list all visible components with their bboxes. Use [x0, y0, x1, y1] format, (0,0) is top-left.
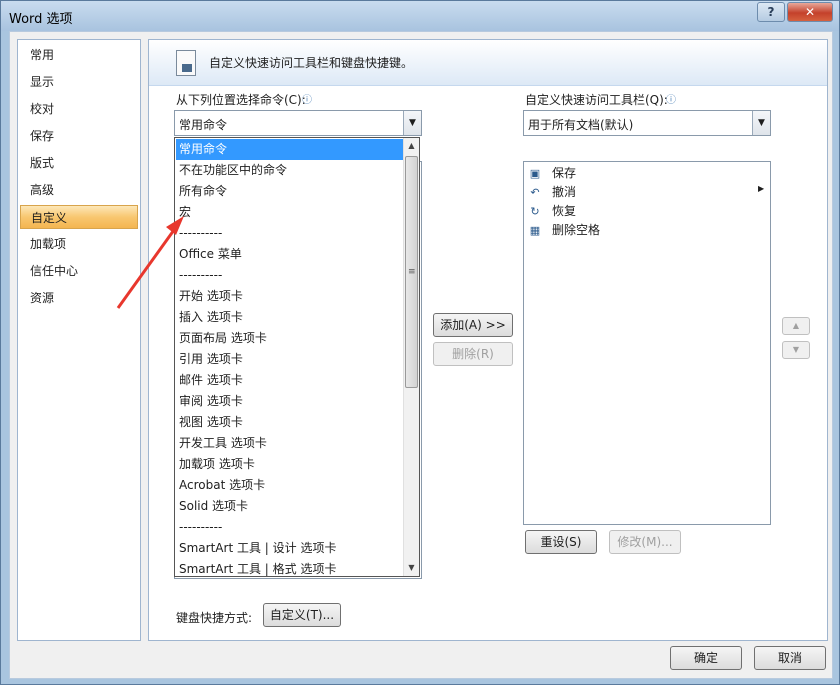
panel-header: 自定义快速访问工具栏和键盘快捷键。 — [149, 40, 827, 86]
window-title: Word 选项 — [9, 12, 73, 27]
ok-button[interactable]: 确定 — [670, 646, 742, 670]
dropdown-option[interactable]: SmartArt 工具 | 格式 选项卡 — [176, 559, 404, 576]
dropdown-option[interactable]: 视图 选项卡 — [176, 412, 404, 433]
dropdown-option[interactable]: 插入 选项卡 — [176, 307, 404, 328]
dropdown-option[interactable]: 审阅 选项卡 — [176, 391, 404, 412]
choose-from-combo[interactable]: 常用命令 ▼ — [174, 110, 422, 136]
customize-qat-label: 自定义快速访问工具栏(Q): — [525, 93, 668, 107]
sidebar-item[interactable]: 校对 — [20, 97, 138, 121]
dropdown-scrollbar[interactable]: ▲ ≡ ▼ — [403, 138, 419, 576]
sidebar-item[interactable]: 保存 — [20, 124, 138, 148]
sidebar-item[interactable]: 加载项 — [20, 232, 138, 256]
add-button[interactable]: 添加(A) >> — [433, 313, 513, 337]
scroll-up-icon[interactable]: ▲ — [404, 138, 419, 154]
sidebar-item[interactable]: 自定义 — [20, 205, 138, 229]
dropdown-option[interactable]: 页面布局 选项卡 — [176, 328, 404, 349]
customize-qat-value: 用于所有文档(默认) — [528, 118, 634, 132]
qat-list-item[interactable]: ↶ 撤消 — [528, 183, 576, 202]
remove-button[interactable]: 删除(R) — [433, 342, 513, 366]
panel-header-text: 自定义快速访问工具栏和键盘快捷键。 — [209, 56, 414, 70]
dropdown-option[interactable]: 宏 — [176, 202, 404, 223]
choose-from-value: 常用命令 — [179, 118, 228, 132]
sidebar-item[interactable]: 高级 — [20, 178, 138, 202]
undo-icon: ↶ — [530, 185, 540, 199]
cancel-button[interactable]: 取消 — [754, 646, 826, 670]
choose-from-dropdown[interactable]: 常用命令 不在功能区中的命令 所有命令宏 ---------- Office 菜单 ---… — [174, 137, 420, 577]
category-sidebar: 常用显示校对保存版式高级自定义加载项信任中心资源 — [17, 39, 141, 641]
word-options-window: Word 选项 ? ✕ 常用 显示 校对 保存 版式 高级 自定义 加载项 信任中心 资源 自定义… — [0, 0, 840, 685]
dropdown-option[interactable]: 邮件 选项卡 — [176, 370, 404, 391]
dropdown-option[interactable]: 开发工具 选项卡 — [176, 433, 404, 454]
delete-space-icon: ▦ — [529, 223, 541, 237]
sidebar-item[interactable]: 常用 — [20, 43, 138, 67]
dialog-client: 常用 显示 校对 保存 版式 高级 自定义 加载项 信任中心 资源 自定义快速访问工具栏和键盘快捷… — [9, 31, 833, 679]
choose-from-label: 从下列位置选择命令(C): — [176, 93, 306, 107]
dropdown-option[interactable]: 所有命令 — [176, 181, 404, 202]
customize-qat-combo[interactable]: 用于所有文档(默认) ▼ — [523, 110, 771, 136]
qat-item-label: 删除空格 — [552, 223, 601, 237]
customize-panel: 自定义快速访问工具栏和键盘快捷键。 从下列位置选择命令(C): ⓘ 常用命令 ▼… — [148, 39, 828, 641]
dropdown-option[interactable]: 开始 选项卡 — [176, 286, 404, 307]
qat-list-item[interactable]: ▣ 保存 — [528, 164, 576, 183]
sidebar-item[interactable]: 信任中心 — [20, 259, 138, 283]
qat-item-label: 撤消 — [552, 185, 577, 199]
close-button[interactable]: ✕ — [787, 2, 833, 22]
sidebar-item[interactable]: 版式 — [20, 151, 138, 175]
qat-item-label: 保存 — [552, 166, 577, 180]
reset-button[interactable]: 重设(S) — [525, 530, 597, 554]
dropdown-option[interactable]: 引用 选项卡 — [176, 349, 404, 370]
dropdown-option[interactable]: 加载项 选项卡 — [176, 454, 404, 475]
dropdown-option[interactable]: Acrobat 选项卡 — [176, 475, 404, 496]
redo-icon: ↻ — [530, 204, 540, 218]
modify-button[interactable]: 修改(M)... — [609, 530, 681, 554]
move-up-button[interactable]: ▲ — [782, 317, 810, 335]
qat-list-item[interactable]: ▦ 删除空格 — [528, 221, 600, 240]
dropdown-option[interactable]: ---------- — [176, 517, 404, 538]
scroll-thumb[interactable]: ≡ — [405, 156, 418, 388]
dropdown-option[interactable]: Office 菜单 — [176, 244, 404, 265]
keyboard-shortcuts-label: 键盘快捷方式: — [176, 611, 253, 625]
info-icon: ⓘ — [666, 95, 676, 106]
sidebar-item[interactable]: 显示 — [20, 70, 138, 94]
chevron-right-icon: ▶ — [758, 184, 765, 193]
chevron-down-icon[interactable]: ▼ — [752, 111, 770, 135]
sidebar-item[interactable]: 资源 — [20, 286, 138, 310]
save-icon: ▣ — [529, 166, 541, 180]
dropdown-option[interactable]: ---------- — [176, 265, 404, 286]
qat-list-item[interactable]: ↻ 恢复 — [528, 202, 576, 221]
move-down-button[interactable]: ▼ — [782, 341, 810, 359]
dropdown-option[interactable]: ---------- — [176, 223, 404, 244]
qat-item-label: 恢复 — [552, 204, 577, 218]
dropdown-option[interactable]: 不在功能区中的命令 — [176, 160, 404, 181]
help-button[interactable]: ? — [757, 2, 785, 22]
scroll-down-icon[interactable]: ▼ — [404, 560, 419, 576]
chevron-down-icon[interactable]: ▼ — [403, 111, 421, 135]
qat-commands-list[interactable]: ▣ 保存 ↶ 撤消 ↻ 恢复 ▦ 删除空格 ▶ — [523, 161, 771, 525]
info-icon: ⓘ — [302, 95, 312, 106]
customize-toolbar-icon — [176, 50, 196, 76]
dropdown-option[interactable]: Solid 选项卡 — [176, 496, 404, 517]
customize-keyboard-button[interactable]: 自定义(T)... — [263, 603, 341, 627]
title-bar[interactable]: Word 选项 ? ✕ — [1, 1, 839, 31]
dropdown-option[interactable]: 常用命令 — [176, 139, 404, 160]
dropdown-option[interactable]: SmartArt 工具 | 设计 选项卡 — [176, 538, 404, 559]
